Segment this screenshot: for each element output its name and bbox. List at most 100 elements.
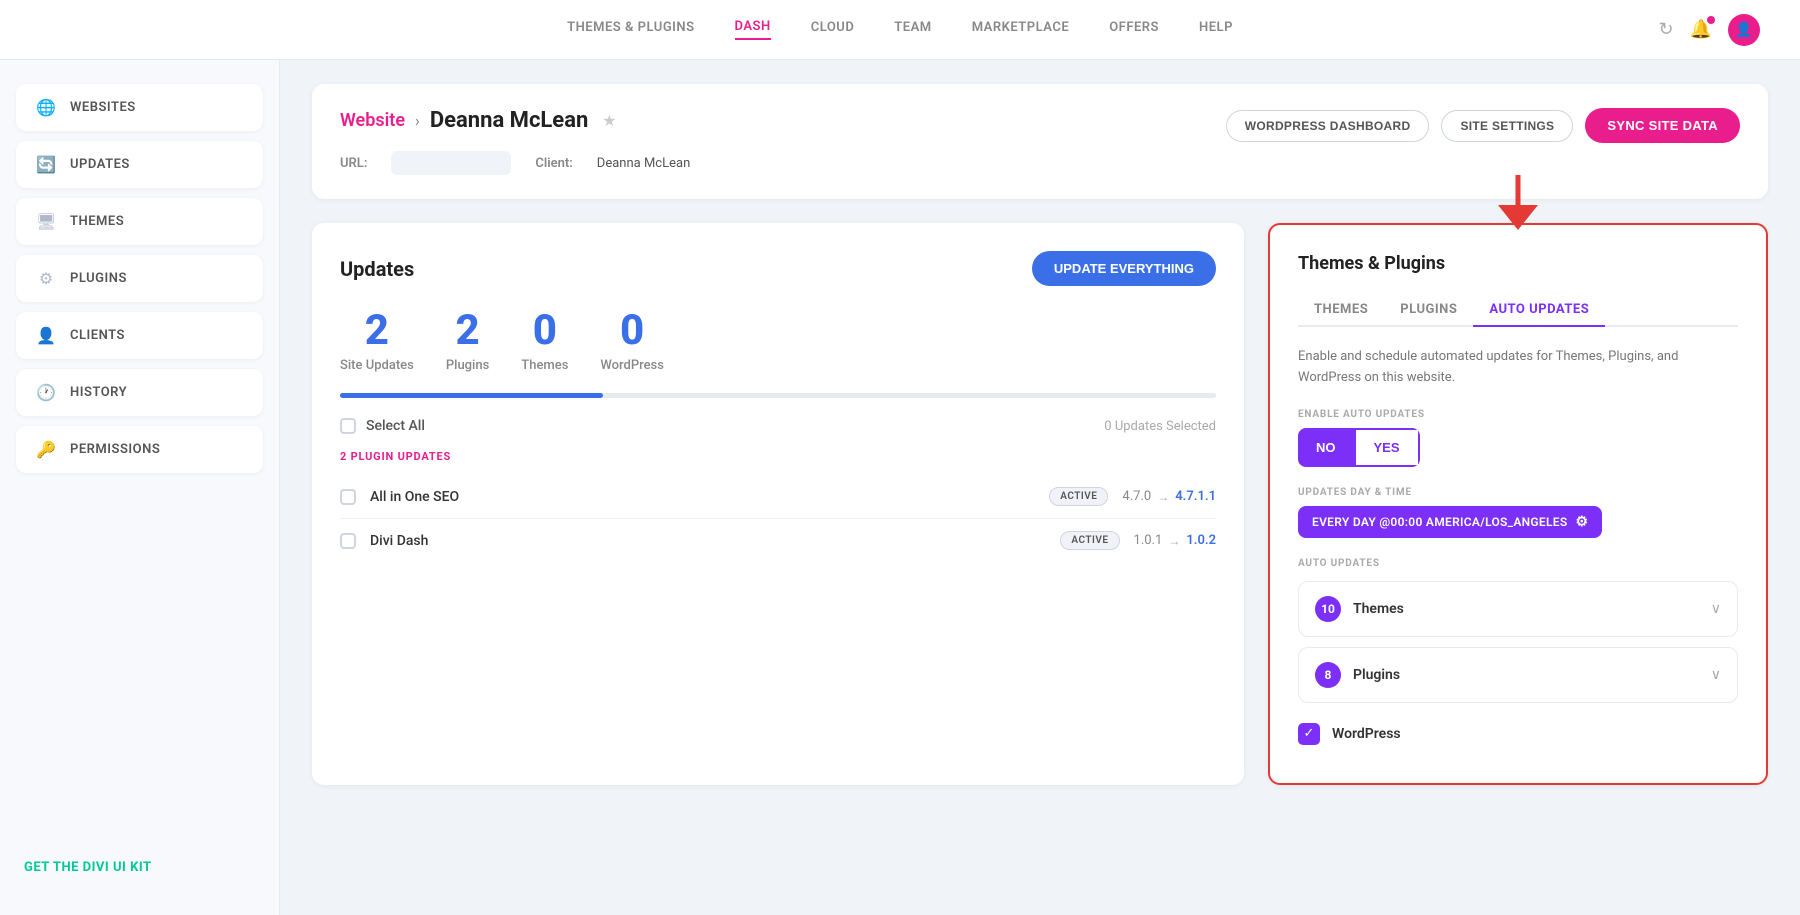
updates-day-time-label: UPDATES DAY & TIME	[1298, 487, 1738, 498]
stat-plugins: 2 Plugins	[446, 310, 489, 373]
stat-label: Themes	[521, 358, 568, 373]
stat-label: WordPress	[600, 358, 664, 373]
stat-label: Plugins	[446, 358, 489, 373]
version-info: 1.0.1 → 1.0.2	[1134, 533, 1216, 548]
progress-bar-container	[340, 393, 1216, 398]
plugin-updates-section-label: 2 PLUGIN UPDATES	[340, 450, 1216, 463]
sidebar: 🌐 WEBSITES 🔄 UPDATES 🖥 THEMES ⚙ PLUGINS …	[0, 60, 280, 915]
updates-panel: Updates UPDATE EVERYTHING 2 Site Updates…	[312, 223, 1244, 785]
sidebar-bottom: GET THE DIVI UI KIT	[16, 840, 263, 891]
auto-updates-label: AUTO UPDATES	[1298, 558, 1738, 569]
header-actions: WORDPRESS DASHBOARD SITE SETTINGS SYNC S…	[1226, 108, 1740, 143]
accordion-themes[interactable]: 10 Themes ∨	[1298, 581, 1738, 637]
wordpress-dashboard-button[interactable]: WORDPRESS DASHBOARD	[1226, 110, 1430, 142]
accordion-plugins-label: Plugins	[1353, 667, 1699, 683]
version-from: 1.0.1	[1134, 533, 1163, 548]
content-area: Website › Deanna McLean ★ WORDPRESS DASH…	[280, 60, 1800, 915]
nav-cloud[interactable]: CLOUD	[811, 20, 855, 39]
toggle-yes-button[interactable]: YES	[1354, 428, 1420, 467]
bell-container: 🔔	[1690, 19, 1712, 40]
select-all-left: Select All	[340, 418, 425, 434]
themes-plugins-panel: Themes & Plugins THEMES PLUGINS AUTO UPD…	[1268, 223, 1768, 785]
url-client-row: URL: Client: Deanna McLean	[340, 151, 1740, 175]
select-all-row: Select All 0 Updates Selected	[340, 418, 1216, 434]
main-layout: 🌐 WEBSITES 🔄 UPDATES 🖥 THEMES ⚙ PLUGINS …	[0, 60, 1800, 915]
site-settings-button[interactable]: SITE SETTINGS	[1441, 110, 1573, 142]
nav-themes-plugins[interactable]: THEMES & PLUGINS	[567, 20, 694, 39]
themes-icon: 🖥	[36, 212, 56, 231]
updates-icon: 🔄	[36, 155, 56, 174]
sidebar-item-plugins[interactable]: ⚙ PLUGINS	[16, 255, 263, 302]
updates-header: Updates UPDATE EVERYTHING	[340, 251, 1216, 286]
top-nav: THEMES & PLUGINS DASH CLOUD TEAM MARKETP…	[0, 0, 1800, 60]
url-label: URL:	[340, 156, 367, 171]
version-arrow: →	[1157, 490, 1169, 504]
page-title: Deanna McLean	[430, 108, 588, 133]
accordion-plugins[interactable]: 8 Plugins ∨	[1298, 647, 1738, 703]
sidebar-item-label: PLUGINS	[70, 271, 127, 286]
stat-number: 0	[521, 310, 568, 352]
page-header: Website › Deanna McLean ★ WORDPRESS DASH…	[312, 84, 1768, 199]
nav-offers[interactable]: OFFERS	[1109, 20, 1159, 39]
star-icon[interactable]: ★	[602, 111, 616, 130]
select-all-checkbox[interactable]	[340, 418, 356, 434]
plugin-status-badge: ACTIVE	[1049, 487, 1108, 506]
sidebar-item-label: CLIENTS	[70, 328, 125, 343]
stats-row: 2 Site Updates 2 Plugins 0 Themes 0 Word…	[340, 310, 1216, 373]
clients-icon: 👤	[36, 326, 56, 345]
schedule-badge[interactable]: EVERY DAY @00:00 AMERICA/LOS_ANGELES ⚙	[1298, 506, 1602, 538]
plugin-row: All in One SEO ACTIVE 4.7.0 → 4.7.1.1	[340, 475, 1216, 519]
websites-icon: 🌐	[36, 98, 56, 117]
stat-label: Site Updates	[340, 358, 414, 373]
stat-site-updates: 2 Site Updates	[340, 310, 414, 373]
client-value: Deanna McLean	[597, 156, 690, 171]
sidebar-item-clients[interactable]: 👤 CLIENTS	[16, 312, 263, 359]
sidebar-item-label: PERMISSIONS	[70, 442, 160, 457]
breadcrumb-website[interactable]: Website	[340, 110, 405, 131]
wordpress-row: ✓ WordPress	[1298, 713, 1738, 755]
plugin-checkbox[interactable]	[340, 489, 356, 505]
updates-count: 0 Updates Selected	[1104, 419, 1216, 434]
breadcrumb: Website › Deanna McLean ★	[340, 108, 617, 133]
nav-dash[interactable]: DASH	[735, 19, 771, 40]
version-arrow: →	[1168, 534, 1180, 548]
plugin-checkbox[interactable]	[340, 533, 356, 549]
sidebar-item-websites[interactable]: 🌐 WEBSITES	[16, 84, 263, 131]
wordpress-checkbox[interactable]: ✓	[1298, 723, 1320, 745]
stat-number: 2	[446, 310, 489, 352]
chevron-down-icon: ∨	[1711, 667, 1721, 683]
tab-auto-updates[interactable]: AUTO UPDATES	[1473, 294, 1605, 327]
nav-team[interactable]: TEAM	[894, 20, 931, 39]
user-avatar[interactable]: 👤	[1728, 14, 1760, 46]
nav-right: ↻ 🔔 👤	[1658, 14, 1760, 46]
sidebar-item-permissions[interactable]: 🔑 PERMISSIONS	[16, 426, 263, 473]
tab-plugins[interactable]: PLUGINS	[1384, 294, 1473, 327]
version-from: 4.7.0	[1122, 489, 1151, 504]
chevron-down-icon: ∨	[1711, 601, 1721, 617]
tabs-row: THEMES PLUGINS AUTO UPDATES	[1298, 294, 1738, 327]
annotation-arrow	[1498, 175, 1538, 237]
sidebar-item-themes[interactable]: 🖥 THEMES	[16, 198, 263, 245]
version-to: 4.7.1.1	[1175, 489, 1216, 504]
permissions-icon: 🔑	[36, 440, 56, 459]
nav-marketplace[interactable]: MARKETPLACE	[972, 20, 1070, 39]
update-everything-button[interactable]: UPDATE EVERYTHING	[1032, 251, 1216, 286]
sidebar-item-label: THEMES	[70, 214, 124, 229]
refresh-icon[interactable]: ↻	[1658, 19, 1673, 40]
sync-site-data-button[interactable]: SYNC SITE DATA	[1585, 108, 1740, 143]
sidebar-item-updates[interactable]: 🔄 UPDATES	[16, 141, 263, 188]
themes-plugins-title: Themes & Plugins	[1298, 253, 1738, 274]
plugins-icon: ⚙	[36, 269, 56, 288]
toggle-no-button[interactable]: NO	[1298, 428, 1354, 467]
sidebar-item-history[interactable]: 🕐 HISTORY	[16, 369, 263, 416]
nav-help[interactable]: HELP	[1199, 20, 1233, 39]
updates-title: Updates	[340, 257, 414, 281]
select-all-label[interactable]: Select All	[366, 418, 425, 434]
progress-bar-fill	[340, 393, 603, 398]
stat-wordpress: 0 WordPress	[600, 310, 664, 373]
accordion-themes-label: Themes	[1353, 601, 1699, 617]
get-kit-link[interactable]: GET THE DIVI UI KIT	[24, 860, 152, 875]
tab-themes[interactable]: THEMES	[1298, 294, 1384, 327]
plugin-status-badge: ACTIVE	[1060, 531, 1119, 550]
gear-icon: ⚙	[1575, 514, 1588, 530]
